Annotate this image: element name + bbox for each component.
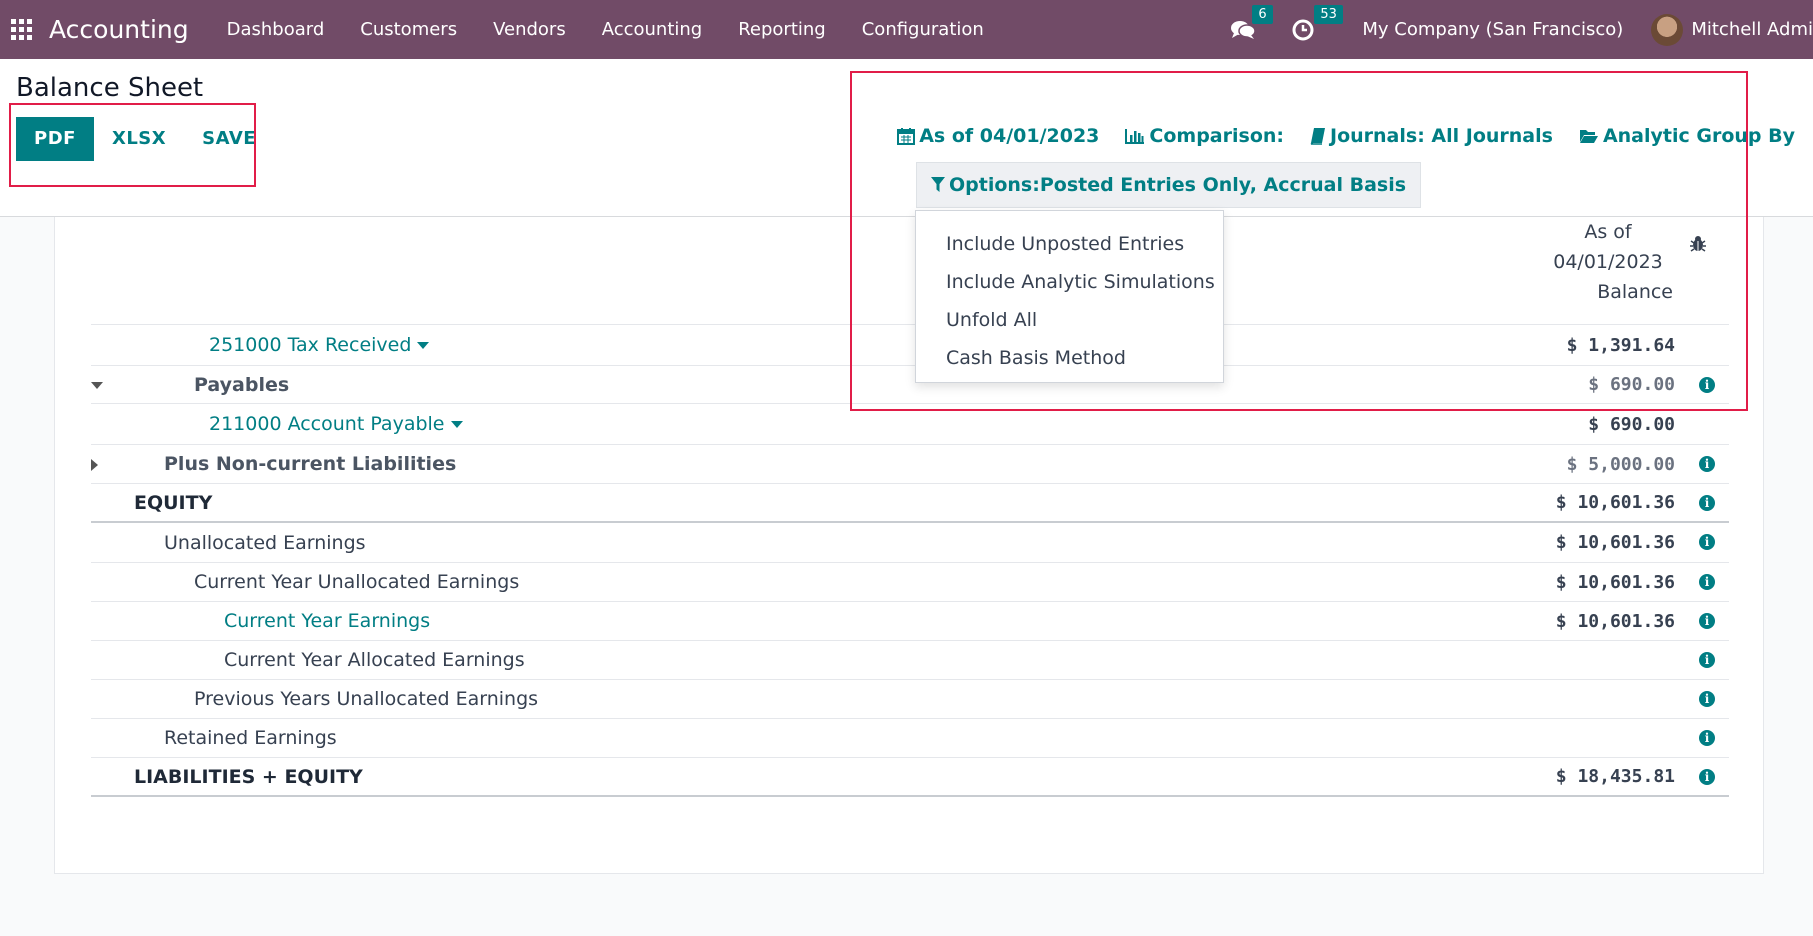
- row-amount: $ 10,601.36: [1555, 571, 1675, 593]
- table-row: LIABILITIES + EQUITY $ 18,435.81 i: [91, 757, 1729, 797]
- row-amount: $ 5,000.00: [1566, 453, 1675, 475]
- row-label: LIABILITIES + EQUITY: [134, 765, 363, 788]
- row-label[interactable]: 211000 Account Payable: [209, 413, 463, 435]
- table-row: Unallocated Earnings $ 10,601.36 i: [91, 523, 1729, 562]
- info-icon[interactable]: i: [1699, 456, 1715, 472]
- info-icon[interactable]: i: [1699, 691, 1715, 707]
- table-row: EQUITY $ 10,601.36 i: [91, 483, 1729, 523]
- highlight-box-buttons: [9, 103, 256, 187]
- table-row[interactable]: Plus Non-current Liabilities $ 5,000.00 …: [91, 444, 1729, 483]
- table-row: Previous Years Unallocated Earnings i: [91, 679, 1729, 718]
- clock-icon: [1292, 19, 1314, 40]
- avatar[interactable]: [1651, 13, 1684, 46]
- fold-caret-icon[interactable]: [91, 382, 103, 389]
- menu-vendors[interactable]: Vendors: [475, 0, 584, 59]
- row-amount: $ 10,601.36: [1555, 610, 1675, 632]
- caret-down-icon: [450, 421, 463, 428]
- row-label[interactable]: 251000 Tax Received: [209, 334, 430, 356]
- table-row: Retained Earnings i: [91, 718, 1729, 757]
- row-label: Previous Years Unallocated Earnings: [194, 688, 539, 710]
- info-icon[interactable]: i: [1699, 534, 1715, 550]
- row-amount: $ 690.00: [1588, 413, 1675, 435]
- row-label: EQUITY: [134, 491, 213, 514]
- row-label: Unallocated Earnings: [164, 531, 366, 554]
- row-amount: $ 10,601.36: [1555, 532, 1675, 553]
- row-label[interactable]: Current Year Earnings: [224, 610, 430, 632]
- caret-down-icon: [417, 342, 430, 349]
- info-icon[interactable]: i: [1699, 574, 1715, 590]
- menu-reporting[interactable]: Reporting: [720, 0, 844, 59]
- company-switcher[interactable]: My Company (San Francisco): [1362, 19, 1623, 40]
- menu-configuration[interactable]: Configuration: [844, 0, 1002, 59]
- info-icon[interactable]: i: [1699, 495, 1715, 511]
- apps-menu-icon[interactable]: [11, 18, 33, 41]
- row-label: Payables: [194, 373, 290, 396]
- row-amount: $ 18,435.81: [1555, 766, 1675, 787]
- messages-badge: 6: [1252, 4, 1273, 24]
- menu-dashboard[interactable]: Dashboard: [209, 0, 343, 59]
- table-row: Current Year Allocated Earnings i: [91, 640, 1729, 679]
- info-icon[interactable]: i: [1699, 613, 1715, 629]
- row-label: Current Year Unallocated Earnings: [194, 571, 520, 593]
- menu-customers[interactable]: Customers: [342, 0, 475, 59]
- top-navbar: Accounting Dashboard Customers Vendors A…: [0, 0, 1813, 59]
- row-label: Retained Earnings: [164, 727, 337, 749]
- activities-badge: 53: [1314, 4, 1343, 24]
- table-row: Current Year Unallocated Earnings $ 10,6…: [91, 562, 1729, 601]
- info-icon[interactable]: i: [1699, 769, 1715, 785]
- info-icon[interactable]: i: [1699, 652, 1715, 668]
- page-title: Balance Sheet: [16, 73, 204, 103]
- row-label: Current Year Allocated Earnings: [224, 649, 525, 671]
- row-label: Plus Non-current Liabilities: [164, 453, 457, 475]
- expand-caret-icon[interactable]: [91, 459, 98, 471]
- table-row[interactable]: Current Year Earnings $ 10,601.36 i: [91, 601, 1729, 640]
- row-amount: $ 10,601.36: [1555, 492, 1675, 513]
- activities-button[interactable]: 53: [1292, 4, 1343, 41]
- menu-accounting[interactable]: Accounting: [584, 0, 721, 59]
- messages-button[interactable]: 6: [1230, 4, 1273, 41]
- main-menu: Dashboard Customers Vendors Accounting R…: [209, 0, 1002, 59]
- user-menu[interactable]: Mitchell Admi: [1691, 19, 1813, 40]
- app-brand[interactable]: Accounting: [49, 15, 189, 44]
- highlight-box-filters: [850, 71, 1748, 411]
- info-icon[interactable]: i: [1699, 730, 1715, 746]
